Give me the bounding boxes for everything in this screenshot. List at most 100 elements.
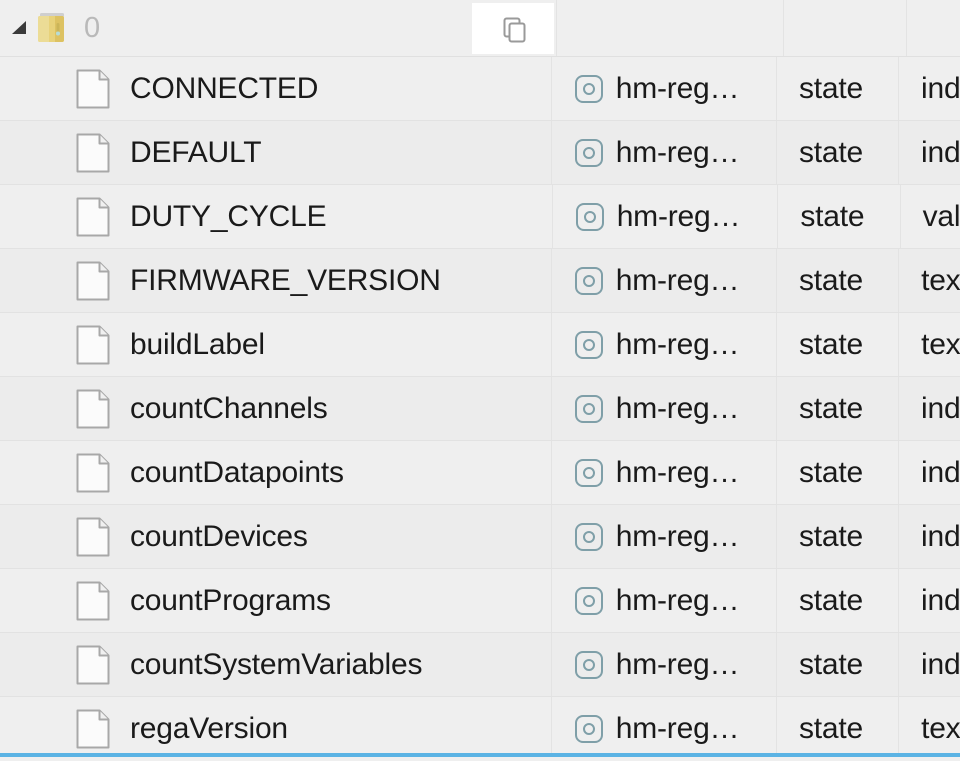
column-divider: [906, 0, 907, 56]
table-row[interactable]: DEFAULT hm-reg… state ind: [0, 121, 960, 185]
cell-kind[interactable]: state: [777, 121, 899, 184]
node-name-label: CONNECTED: [130, 74, 318, 104]
cell-role[interactable]: ind: [899, 505, 960, 568]
cell-kind[interactable]: state: [777, 377, 899, 440]
file-icon: [76, 69, 110, 109]
cell-kind[interactable]: state: [777, 505, 899, 568]
table-row[interactable]: countChannels hm-reg… state ind: [0, 377, 960, 441]
cell-name[interactable]: CONNECTED: [0, 57, 552, 120]
node-name-label: countSystemVariables: [130, 650, 422, 680]
cell-type[interactable]: hm-reg…: [552, 57, 777, 120]
table-row[interactable]: countSystemVariables hm-reg… state ind: [0, 633, 960, 697]
column-divider: [783, 0, 784, 56]
node-name-label: countChannels: [130, 394, 328, 424]
cell-role[interactable]: ind: [899, 121, 960, 184]
cell-role[interactable]: val: [901, 185, 960, 248]
cell-name[interactable]: countDatapoints: [0, 441, 552, 504]
cell-role[interactable]: ind: [899, 57, 960, 120]
cell-kind[interactable]: state: [777, 569, 899, 632]
expand-collapse-triangle-icon[interactable]: [6, 19, 32, 37]
node-role-label: ind: [921, 522, 960, 552]
cell-name[interactable]: countSystemVariables: [0, 633, 552, 696]
cell-type[interactable]: hm-reg…: [552, 313, 777, 376]
cell-kind[interactable]: state: [778, 185, 900, 248]
copy-button[interactable]: [472, 3, 554, 54]
file-icon: [76, 389, 110, 429]
cell-name[interactable]: DEFAULT: [0, 121, 552, 184]
node-name-label: countDatapoints: [130, 458, 344, 488]
cell-type[interactable]: hm-reg…: [553, 185, 779, 248]
node-type-label: hm-reg…: [616, 458, 740, 488]
cell-kind[interactable]: state: [777, 249, 899, 312]
cell-role[interactable]: tex: [899, 313, 960, 376]
node-type-label: hm-reg…: [616, 394, 740, 424]
cell-name[interactable]: countDevices: [0, 505, 552, 568]
file-icon: [76, 197, 110, 237]
cell-kind[interactable]: state: [777, 697, 899, 760]
node-name-label: countDevices: [130, 522, 308, 552]
table-row[interactable]: countDevices hm-reg… state ind: [0, 505, 960, 569]
cell-type[interactable]: hm-reg…: [552, 569, 777, 632]
cell-type[interactable]: hm-reg…: [552, 377, 777, 440]
node-dot-icon: [574, 394, 604, 424]
node-name-label: regaVersion: [130, 714, 288, 744]
table-row[interactable]: countDatapoints hm-reg… state ind: [0, 441, 960, 505]
node-role-label: ind: [921, 74, 960, 104]
group-header-row[interactable]: 0: [0, 0, 960, 57]
group-count-label: 0: [84, 14, 100, 43]
cell-type[interactable]: hm-reg…: [552, 697, 777, 760]
table-row[interactable]: regaVersion hm-reg… state tex: [0, 697, 960, 761]
folder-open-icon: [34, 10, 72, 46]
cell-name[interactable]: countChannels: [0, 377, 552, 440]
node-dot-icon: [574, 458, 604, 488]
node-role-label: ind: [921, 138, 960, 168]
node-kind-label: state: [800, 202, 864, 232]
cell-name[interactable]: buildLabel: [0, 313, 552, 376]
cell-type[interactable]: hm-reg…: [552, 505, 777, 568]
node-type-label: hm-reg…: [616, 138, 740, 168]
table-row[interactable]: buildLabel hm-reg… state tex: [0, 313, 960, 377]
cell-type[interactable]: hm-reg…: [552, 633, 777, 696]
node-name-label: FIRMWARE_VERSION: [130, 266, 441, 296]
cell-type[interactable]: hm-reg…: [552, 121, 777, 184]
cell-kind[interactable]: state: [777, 633, 899, 696]
file-icon: [76, 133, 110, 173]
cell-type[interactable]: hm-reg…: [552, 249, 777, 312]
file-icon: [76, 325, 110, 365]
cell-role[interactable]: ind: [899, 377, 960, 440]
node-type-label: hm-reg…: [616, 74, 740, 104]
cell-type[interactable]: hm-reg…: [552, 441, 777, 504]
cell-role[interactable]: tex: [899, 697, 960, 760]
cell-name[interactable]: DUTY_CYCLE: [0, 185, 553, 248]
table-row[interactable]: countPrograms hm-reg… state ind: [0, 569, 960, 633]
cell-role[interactable]: ind: [899, 569, 960, 632]
cell-role[interactable]: ind: [899, 441, 960, 504]
cell-name[interactable]: countPrograms: [0, 569, 552, 632]
file-icon: [76, 261, 110, 301]
table-row[interactable]: DUTY_CYCLE hm-reg… state val: [0, 185, 960, 249]
table-row[interactable]: CONNECTED hm-reg… state ind: [0, 57, 960, 121]
node-type-label: hm-reg…: [616, 330, 740, 360]
node-dot-icon: [574, 138, 604, 168]
table-row[interactable]: FIRMWARE_VERSION hm-reg… state tex: [0, 249, 960, 313]
cell-role[interactable]: tex: [899, 249, 960, 312]
node-type-label: hm-reg…: [617, 202, 741, 232]
cell-kind[interactable]: state: [777, 313, 899, 376]
cell-kind[interactable]: state: [777, 57, 899, 120]
node-type-label: hm-reg…: [616, 650, 740, 680]
cell-kind[interactable]: state: [777, 441, 899, 504]
node-role-label: tex: [921, 330, 960, 360]
node-type-label: hm-reg…: [616, 714, 740, 744]
cell-name[interactable]: regaVersion: [0, 697, 552, 760]
cell-role[interactable]: ind: [899, 633, 960, 696]
node-kind-label: state: [799, 586, 863, 616]
node-role-label: tex: [921, 714, 960, 744]
file-icon: [76, 453, 110, 493]
node-kind-label: state: [799, 458, 863, 488]
node-role-label: ind: [921, 586, 960, 616]
bottom-strip: [0, 757, 960, 761]
node-kind-label: state: [799, 714, 863, 744]
node-dot-icon: [574, 330, 604, 360]
node-dot-icon: [574, 586, 604, 616]
cell-name[interactable]: FIRMWARE_VERSION: [0, 249, 552, 312]
